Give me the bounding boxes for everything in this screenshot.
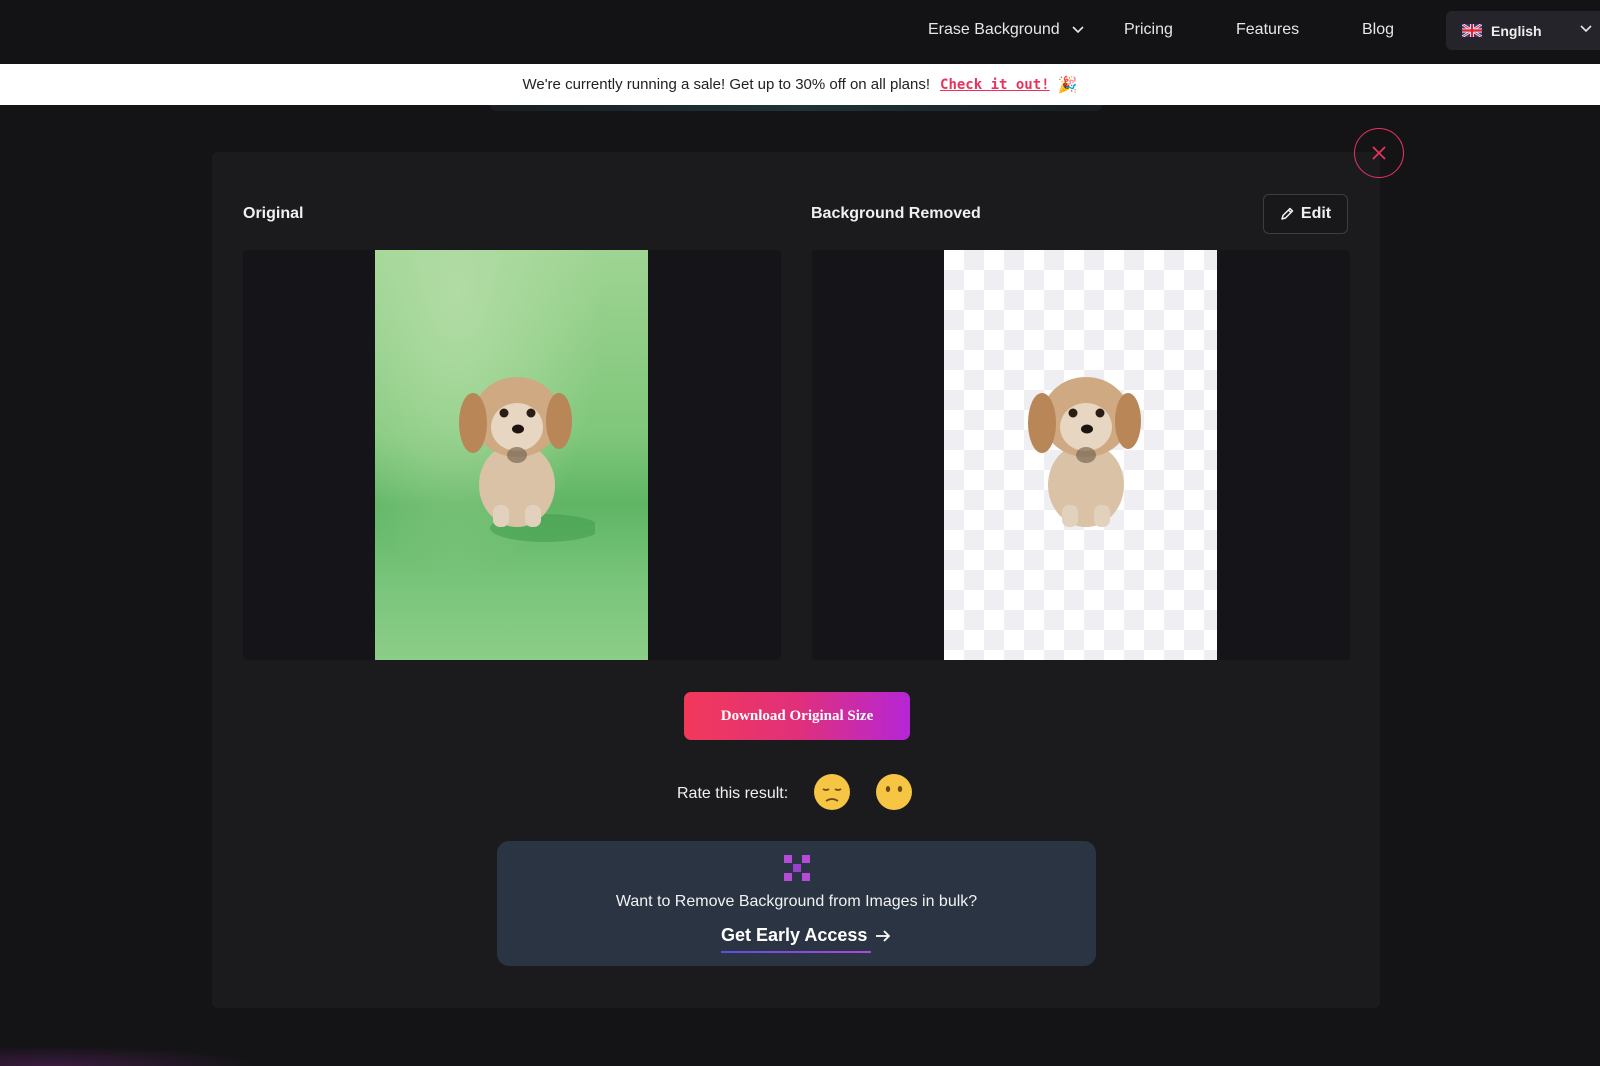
original-label: Original [243,205,304,222]
pencil-icon [1281,207,1294,220]
get-early-access-label: Get Early Access [721,925,868,945]
banner-text: We're currently running a sale! Get up t… [522,76,931,93]
bulk-logo-icon [784,855,810,881]
uk-flag-icon [1462,24,1482,37]
language-selector[interactable]: English [1446,11,1600,50]
get-early-access-link[interactable]: Get Early Access [721,925,891,946]
dog-image [459,377,572,527]
early-access-underline [721,951,871,953]
edit-label: Edit [1300,205,1332,222]
sad-face-icon [814,774,850,810]
nav-pricing[interactable]: Pricing [1124,21,1173,39]
chevron-down-icon [1072,26,1084,34]
close-button[interactable] [1354,128,1404,178]
close-icon [1372,146,1386,160]
chevron-down-icon [1580,25,1592,33]
bulk-promo-card: Want to Remove Background from Images in… [497,841,1096,966]
banner-shadow [490,105,1102,111]
rate-neutral-button[interactable] [874,772,914,812]
banner-check-it-out-link[interactable]: Check it out! [940,77,1050,93]
nav-features[interactable]: Features [1236,21,1299,39]
nav-erase-background-label: Erase Background [928,21,1060,38]
download-original-size-button[interactable]: Download Original Size [684,692,910,740]
rate-result-label: Rate this result: [677,785,789,802]
background-removed-label: Background Removed [811,205,981,222]
original-image-frame [243,250,781,660]
removed-image-frame [812,250,1350,660]
language-label: English [1491,22,1542,39]
original-photo [375,250,648,660]
bottom-glow [0,1046,260,1066]
arrow-right-icon [876,929,891,942]
dog-cutout-image [1028,377,1141,527]
rate-sad-button[interactable] [812,772,852,812]
nav-erase-background[interactable]: Erase Background [928,21,1084,39]
sale-banner: We're currently running a sale! Get up t… [0,64,1600,105]
top-nav: Erase Background Pricing Features Blog E… [0,0,1600,64]
bulk-promo-text: Want to Remove Background from Images in… [615,893,978,910]
neutral-face-icon [876,774,912,810]
edit-button[interactable]: Edit [1263,194,1348,234]
party-popper-icon: 🎉 [1057,76,1078,94]
removed-photo [944,250,1217,660]
nav-blog[interactable]: Blog [1362,21,1394,39]
